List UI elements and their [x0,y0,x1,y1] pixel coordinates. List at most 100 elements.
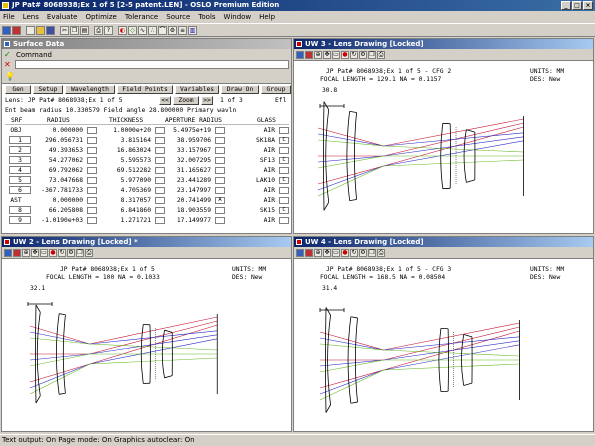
uw2-options-icon[interactable]: ⚙ [67,248,75,257]
aperture-flag-box[interactable] [215,137,225,144]
cell-glass[interactable]: AIR [241,146,275,155]
radius-solve-box[interactable] [87,187,97,194]
cell-srf[interactable]: 8 [9,206,31,214]
thickness-solve-box[interactable] [155,207,165,214]
minimize-button[interactable]: _ [561,1,571,10]
uw3-color-icon[interactable]: ● [341,50,349,59]
aperture-flag-box[interactable]: A [215,197,225,204]
radius-solve-box[interactable] [87,157,97,164]
aperture-flag-box[interactable] [215,157,225,164]
new-lens-icon[interactable] [26,25,35,35]
menu-help[interactable]: Help [259,13,275,21]
cell-srf[interactable]: 1 [9,136,31,144]
menu-optimize[interactable]: Optimize [85,13,116,21]
glass-flag-box[interactable]: C [279,157,289,164]
cell-thickness[interactable]: 5.595573 [101,156,151,165]
cell-glass[interactable]: SF13 [241,156,275,165]
uw3-refresh-icon[interactable]: ↻ [350,50,358,59]
cell-glass[interactable]: AIR [241,126,275,135]
cell-aperture[interactable]: 17.149977 [165,216,211,225]
cell-radius[interactable]: 66.205808 [33,206,83,215]
cell-srf[interactable]: 2 [9,146,31,154]
cell-aperture[interactable]: 31.165627 [165,166,211,175]
cell-thickness[interactable]: 3.815164 [101,136,151,145]
cell-aperture[interactable]: 5.4975e+19 [165,126,211,135]
uw3-zoom-icon[interactable]: ⊕ [314,50,322,59]
thickness-solve-box[interactable] [155,177,165,184]
thickness-solve-box[interactable] [155,147,165,154]
uw3-options-icon[interactable]: ⚙ [359,50,367,59]
save-icon[interactable] [46,25,55,35]
cell-radius[interactable]: 73.047668 [33,176,83,185]
slider-icon[interactable]: ≡ [178,25,187,35]
menu-source[interactable]: Source [166,13,190,21]
menu-window[interactable]: Window [224,13,252,21]
cell-aperture[interactable]: 18.903559 [165,206,211,215]
cell-aperture[interactable]: 20.741499 [165,196,211,205]
uw3-text-icon[interactable] [305,50,313,59]
cell-glass[interactable]: SK15 [241,206,275,215]
uw3-drawing-area[interactable]: JP Pat# 8068938;Ex 1 of 5 - CFG 2 FOCAL … [296,62,591,231]
wavelength-button[interactable]: Wavelength [65,85,115,94]
group-button[interactable]: Group [261,85,291,94]
thickness-solve-box[interactable] [155,197,165,204]
cell-srf[interactable]: 9 [9,216,31,224]
field-points-button[interactable]: Field Points [117,85,173,94]
uw2-refresh-icon[interactable]: ↻ [58,248,66,257]
glass-flag-box[interactable] [279,217,289,224]
settings-icon[interactable]: ⚙ [168,25,177,35]
spreadsheet-icon[interactable] [2,25,11,35]
cell-thickness[interactable]: 4.705369 [101,186,151,195]
cut-icon[interactable]: ✂ [60,25,69,35]
uw4-print-icon[interactable]: ⎙ [377,248,385,257]
thickness-solve-box[interactable] [155,127,165,134]
aperture-flag-box[interactable] [215,187,225,194]
cell-aperture[interactable]: 33.157967 [165,146,211,155]
cell-thickness[interactable]: 16.863024 [101,146,151,155]
aperture-flag-box[interactable] [215,207,225,214]
cell-thickness[interactable]: 1.0000e+20 [101,126,151,135]
draw-on-button[interactable]: Draw On [221,85,259,94]
radius-solve-box[interactable] [87,177,97,184]
cell-radius[interactable]: -367.781733 [33,186,83,195]
optimize-icon[interactable]: ∿ [138,25,147,35]
glass-flag-box[interactable] [279,127,289,134]
uw3-grid-icon[interactable] [296,50,304,59]
maximize-button[interactable]: □ [572,1,582,10]
glass-flag-box[interactable] [279,197,289,204]
cell-aperture[interactable]: 32.007295 [165,156,211,165]
aperture-flag-box[interactable] [215,127,225,134]
open-folder-icon[interactable] [36,25,45,35]
uw4-drawing-area[interactable]: JP Pat# 8068938;Ex 1 of 5 - CFG 3 FOCAL … [296,260,591,429]
glass-flag-box[interactable] [279,187,289,194]
cell-radius[interactable]: 54.277062 [33,156,83,165]
cell-thickness[interactable]: 6.841860 [101,206,151,215]
cell-thickness[interactable]: 1.271721 [101,216,151,225]
uw4-grid-icon[interactable] [296,248,304,257]
glass-flag-box[interactable] [279,167,289,174]
chart-icon[interactable]: ▥ [188,25,197,35]
glass-flag-box[interactable]: C [279,207,289,214]
uw2-pan-icon[interactable]: ✥ [31,248,39,257]
cell-aperture[interactable]: 23.441289 [165,176,211,185]
cell-radius[interactable]: 69.792062 [33,166,83,175]
uw4-select-icon[interactable]: ▭ [332,248,340,257]
radius-solve-box[interactable] [87,137,97,144]
radius-solve-box[interactable] [87,197,97,204]
text-window-icon[interactable] [12,25,21,35]
variables-button[interactable]: Variables [175,85,219,94]
glass-flag-box[interactable]: C [279,177,289,184]
menu-file[interactable]: File [3,13,15,21]
cell-glass[interactable]: AIR [241,216,275,225]
aperture-flag-box[interactable] [215,167,225,174]
radius-solve-box[interactable] [87,127,97,134]
uw4-pan-icon[interactable]: ✥ [323,248,331,257]
cell-radius[interactable]: 0.000000 [33,126,83,135]
thickness-solve-box[interactable] [155,217,165,224]
cell-radius[interactable]: 0.000000 [33,196,83,205]
cell-glass[interactable]: AIR [241,166,275,175]
uw4-copy-icon[interactable]: ❐ [368,248,376,257]
uw4-refresh-icon[interactable]: ↻ [350,248,358,257]
help-icon[interactable]: ? [104,25,113,35]
uw4-options-icon[interactable]: ⚙ [359,248,367,257]
